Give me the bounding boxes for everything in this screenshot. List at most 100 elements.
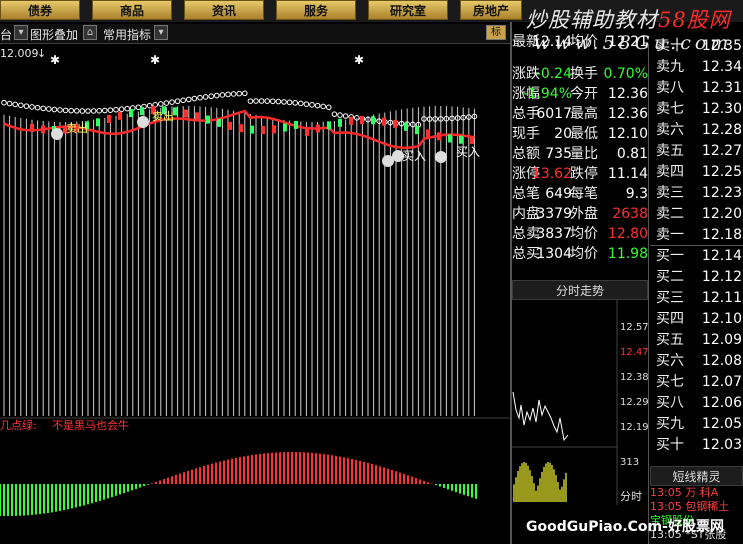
arrow-down-icon: ↓ — [37, 47, 46, 60]
tab-bond[interactable]: 债券 — [0, 0, 80, 20]
main-kline-chart[interactable]: ✱ ✱ ✱ 12.009 ↓ 卖出 卖出 买入 买入 几点绿: 不是黑马也会牛 — [0, 44, 510, 544]
book-price: 12.34 — [701, 59, 742, 75]
candle — [195, 112, 199, 121]
book-label: 卖四 — [656, 164, 684, 180]
quote-value2: 12.36 — [607, 106, 648, 122]
book-label: 卖一 — [656, 227, 684, 243]
book-row-sell[interactable]: 卖五 12.27 — [656, 141, 742, 162]
book-row-sell[interactable]: 卖六 12.28 — [656, 120, 742, 141]
quote-row: 总笔 649 每笔 9.3 — [512, 184, 648, 204]
book-row-buy[interactable]: 买七 12.07 — [656, 372, 742, 393]
book-label: 买五 — [656, 332, 684, 348]
book-label: 卖五 — [656, 143, 684, 159]
book-row-buy[interactable]: 买六 12.08 — [656, 351, 742, 372]
intraday-chart[interactable]: 12.57 12.47 12.38 12.29 12.19 313 分时 — [512, 300, 648, 516]
list-item[interactable]: 13:05 包钢稀土 — [650, 500, 743, 514]
tab-service[interactable]: 服务 — [276, 0, 356, 20]
book-row-buy[interactable]: 买五 12.09 — [656, 330, 742, 351]
book-price: 12.18 — [701, 227, 742, 243]
book-row-sell[interactable]: 卖八 12.31 — [656, 78, 742, 99]
book-price: 12.05 — [701, 416, 742, 432]
candle — [404, 122, 408, 131]
book-price: 12.08 — [701, 353, 742, 369]
quote-label: 现手 — [512, 126, 540, 142]
book-row-buy[interactable]: 买八 12.06 — [656, 393, 742, 414]
book-row-sell[interactable]: 卖四 12.25 — [656, 162, 742, 183]
book-price: 12.12 — [701, 269, 742, 285]
quote-value: 3379 — [536, 206, 572, 222]
book-row-buy[interactable]: 买一 12.14 — [656, 246, 742, 267]
book-row-sell[interactable]: 卖十 12.35 — [656, 36, 742, 57]
candle — [107, 114, 111, 123]
candle — [217, 118, 221, 127]
bottom-watermark: GoodGuPiao.Com-好股票网 — [526, 519, 724, 535]
book-label: 买六 — [656, 353, 684, 369]
tab-realestate[interactable]: 房地产 — [460, 0, 522, 20]
quote-row: 总手 6017 最高 12.36 — [512, 104, 648, 124]
buy-label: 买入 — [402, 149, 426, 163]
book-label: 买九 — [656, 416, 684, 432]
quote-value: 735 — [545, 146, 572, 162]
quote-label2: 均价 — [570, 34, 598, 50]
candle — [327, 121, 331, 130]
quote-row: 内盘 3379 外盘 2638 — [512, 204, 648, 224]
book-label: 卖二 — [656, 206, 684, 222]
quote-label2: 每笔 — [570, 186, 598, 202]
book-row-sell[interactable]: 卖九 12.34 — [656, 57, 742, 78]
tab-commodity[interactable]: 商品 — [92, 0, 172, 20]
book-row-buy[interactable]: 买二 12.12 — [656, 267, 742, 288]
quote-value2: 12.80 — [607, 226, 648, 242]
book-price: 12.25 — [701, 164, 742, 180]
book-row-sell[interactable]: 卖七 12.30 — [656, 99, 742, 120]
volume-label: 313 — [620, 457, 639, 468]
book-row-buy[interactable]: 买九 12.05 — [656, 414, 742, 435]
indicator-dropdown-icon[interactable]: ▾ — [154, 25, 168, 40]
quote-row: 涨跌 -0.24 换手 0.70% — [512, 64, 648, 84]
book-price: 12.06 — [701, 395, 742, 411]
quote-label2: 最高 — [570, 106, 598, 122]
candle — [305, 127, 309, 136]
candle — [129, 109, 133, 118]
book-label: 卖三 — [656, 185, 684, 201]
quote-label2: 均价 — [570, 246, 598, 262]
candle — [272, 125, 276, 134]
book-row-buy[interactable]: 买四 12.10 — [656, 309, 742, 330]
axis-label: 12.38 — [620, 372, 648, 383]
tab-news[interactable]: 资讯 — [184, 0, 264, 20]
intraday-title[interactable]: 分时走势 — [512, 280, 648, 300]
dropdown-icon[interactable]: ▾ — [14, 25, 28, 40]
quote-row: 最新 12.14 均价 12.21 — [512, 32, 648, 52]
tab-research[interactable]: 研究室 — [368, 0, 448, 20]
list-item[interactable]: 13:05 万 科A — [650, 486, 743, 500]
book-row-buy[interactable]: 买三 12.11 — [656, 288, 742, 309]
book-label: 卖十 — [656, 38, 684, 54]
quote-label2: 量比 — [570, 146, 598, 162]
quote-value: 12.14 — [531, 34, 572, 50]
book-row-buy[interactable]: 买十 12.03 — [656, 435, 742, 456]
quote-row: 总卖 3837 均价 12.80 — [512, 224, 648, 244]
quote-row: 总买 1304 均价 11.98 — [512, 244, 648, 264]
candle — [382, 117, 386, 126]
candle — [41, 125, 45, 134]
book-label: 卖六 — [656, 122, 684, 138]
lock-icon[interactable]: ⌂ — [83, 25, 97, 40]
book-price: 12.14 — [701, 248, 742, 264]
book-row-sell[interactable]: 卖二 12.20 — [656, 204, 742, 225]
quote-value2: 12.36 — [607, 86, 648, 102]
book-row-sell[interactable]: 卖一 12.18 — [656, 225, 742, 246]
mark-button[interactable]: 标 — [486, 25, 506, 40]
v-divider-2 — [648, 44, 649, 544]
star-icon: ✱ — [50, 53, 60, 67]
watermark-text-b: 58股网 — [658, 8, 731, 32]
quote-value2: 11.14 — [607, 166, 648, 182]
book-label: 买二 — [656, 269, 684, 285]
overlay-button[interactable]: 图形叠加 — [30, 26, 78, 43]
book-price: 12.31 — [701, 80, 742, 96]
book-price: 12.28 — [701, 122, 742, 138]
short-wizard-title[interactable]: 短线精灵 — [650, 466, 743, 486]
book-row-sell[interactable]: 卖三 12.23 — [656, 183, 742, 204]
indicator-button[interactable]: 常用指标 — [103, 26, 151, 43]
signal-label-cut: 几点绿: — [0, 418, 37, 432]
book-price: 12.27 — [701, 143, 742, 159]
sell-label: 卖出 — [152, 109, 174, 123]
